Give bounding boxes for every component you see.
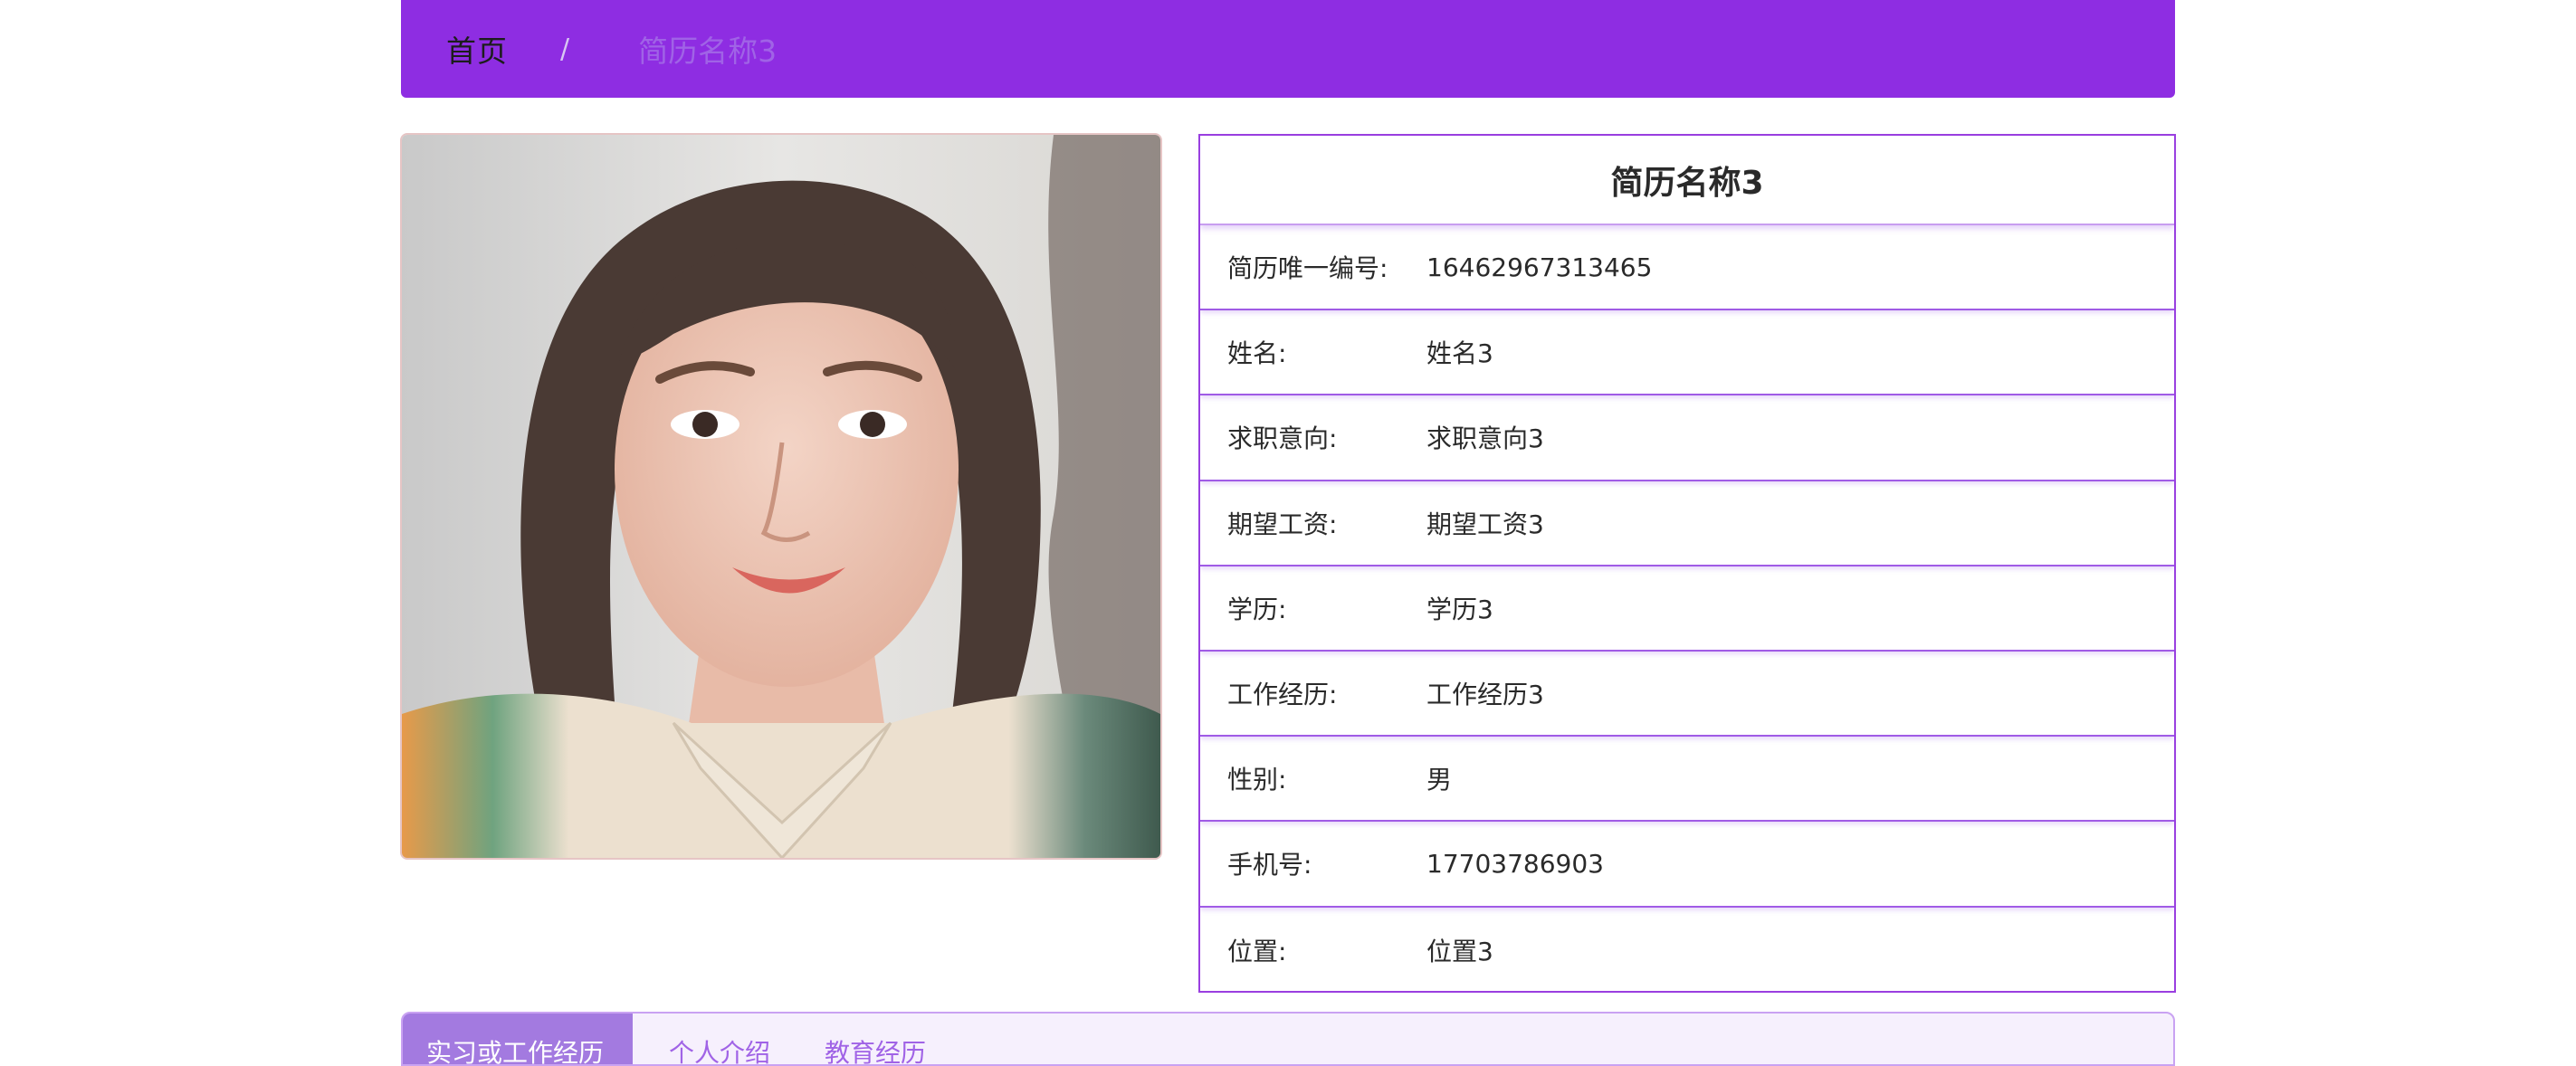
detail-label: 位置: bbox=[1227, 936, 1287, 966]
detail-row-id: 简历唯一编号: 16462967313465 bbox=[1200, 225, 2174, 311]
detail-value: 学历3 bbox=[1426, 594, 1493, 624]
detail-row-job-intention: 求职意向: 求职意向3 bbox=[1200, 395, 2174, 481]
detail-value: 位置3 bbox=[1426, 936, 1493, 966]
breadcrumb: 首页 / 简历名称3 bbox=[401, 0, 2175, 98]
detail-value: 男 bbox=[1426, 765, 1453, 795]
detail-label: 学历: bbox=[1227, 594, 1287, 624]
resume-title: 简历名称3 bbox=[1200, 136, 2174, 225]
detail-row-phone: 手机号: 17703786903 bbox=[1200, 822, 2174, 908]
profile-photo-illustration bbox=[402, 135, 1160, 858]
tab-education[interactable]: 教育经历 bbox=[788, 1014, 944, 1064]
detail-label: 性别: bbox=[1227, 765, 1287, 795]
detail-row-name: 姓名: 姓名3 bbox=[1200, 310, 2174, 396]
detail-value: 17703786903 bbox=[1426, 848, 1604, 879]
detail-row-location: 位置: 位置3 bbox=[1200, 908, 2174, 993]
detail-row-expected-salary: 期望工资: 期望工资3 bbox=[1200, 481, 2174, 566]
detail-label: 手机号: bbox=[1227, 850, 1312, 880]
detail-label: 工作经历: bbox=[1227, 680, 1338, 710]
detail-row-education: 学历: 学历3 bbox=[1200, 566, 2174, 652]
detail-value: 求职意向3 bbox=[1426, 424, 1544, 454]
detail-row-work-experience: 工作经历: 工作经历3 bbox=[1200, 652, 2174, 738]
detail-label: 姓名: bbox=[1227, 338, 1287, 369]
detail-value: 工作经历3 bbox=[1426, 680, 1544, 710]
detail-label: 求职意向: bbox=[1227, 424, 1338, 454]
resume-details-table: 简历名称3 简历唯一编号: 16462967313465 姓名: 姓名3 求职意… bbox=[1198, 134, 2176, 993]
profile-photo bbox=[400, 133, 1162, 860]
detail-value: 期望工资3 bbox=[1426, 509, 1544, 539]
tab-personal-intro[interactable]: 个人介绍 bbox=[633, 1014, 788, 1064]
detail-row-gender: 性别: 男 bbox=[1200, 737, 2174, 823]
detail-tabs: 实习或工作经历 个人介绍 教育经历 bbox=[401, 1012, 2175, 1066]
breadcrumb-home-link[interactable]: 首页 bbox=[446, 27, 508, 71]
detail-value: 16462967313465 bbox=[1426, 252, 1653, 282]
breadcrumb-current: 简历名称3 bbox=[638, 33, 778, 69]
breadcrumb-separator: / bbox=[560, 33, 570, 65]
detail-label: 期望工资: bbox=[1227, 509, 1338, 539]
detail-label: 简历唯一编号: bbox=[1227, 253, 1388, 284]
tab-work-experience[interactable]: 实习或工作经历 bbox=[403, 1014, 633, 1064]
detail-value: 姓名3 bbox=[1426, 338, 1493, 369]
